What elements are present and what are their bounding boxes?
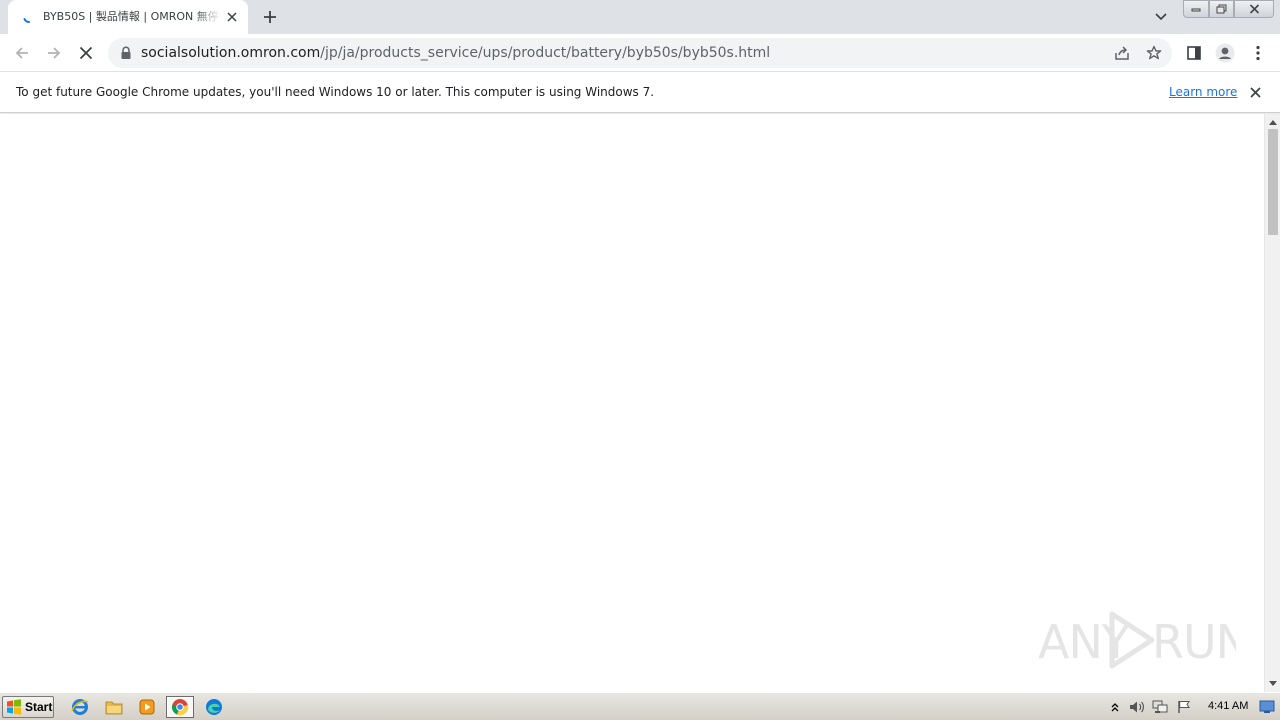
scroll-down-arrow-icon[interactable] xyxy=(1265,676,1280,690)
url-path: /jp/ja/products_service/ups/product/batt… xyxy=(320,45,771,61)
watermark-text-right: RUN xyxy=(1152,615,1236,669)
window-close-icon[interactable] xyxy=(1234,0,1274,18)
screen: BYB50S | 製品情報 | OMRON 無停電電源装置 xyxy=(0,0,1280,720)
back-arrow-icon[interactable] xyxy=(9,40,35,66)
stop-loading-icon[interactable] xyxy=(73,40,99,66)
taskbar: Start 4:41 AM xyxy=(0,692,1280,720)
menu-kebab-icon[interactable] xyxy=(1247,42,1269,64)
forward-arrow-icon[interactable] xyxy=(41,40,67,66)
window-minimize-icon[interactable] xyxy=(1183,0,1209,18)
media-player-icon[interactable] xyxy=(133,696,161,718)
window-restore-icon[interactable] xyxy=(1209,0,1234,18)
windows-logo-icon xyxy=(7,699,21,715)
show-desktop-icon[interactable] xyxy=(1258,698,1276,716)
infobar-message: To get future Google Chrome updates, you… xyxy=(16,85,655,99)
address-bar[interactable]: socialsolution.omron.com/jp/ja/products_… xyxy=(108,38,1172,68)
tab-strip: BYB50S | 製品情報 | OMRON 無停電電源装置 xyxy=(0,0,1280,34)
vertical-scrollbar[interactable] xyxy=(1264,114,1280,692)
tab-close-icon[interactable] xyxy=(223,8,241,26)
learn-more-link[interactable]: Learn more xyxy=(1169,84,1237,100)
network-icon[interactable] xyxy=(1152,699,1168,715)
new-tab-icon[interactable] xyxy=(258,5,282,29)
start-label: Start xyxy=(25,700,53,714)
action-center-flag-icon[interactable] xyxy=(1176,699,1192,715)
edge-icon[interactable] xyxy=(200,696,228,718)
browser-toolbar: socialsolution.omron.com/jp/ja/products_… xyxy=(0,34,1280,72)
anyrun-watermark: ANY RUN xyxy=(1038,611,1236,669)
loading-spinner-icon xyxy=(23,18,30,23)
start-button[interactable]: Start xyxy=(2,696,54,718)
lock-icon xyxy=(121,46,131,59)
file-explorer-icon[interactable] xyxy=(100,696,128,718)
volume-icon[interactable] xyxy=(1129,699,1145,715)
infobar-close-icon[interactable] xyxy=(1246,83,1264,101)
tray-expand-icon[interactable] xyxy=(1107,699,1123,715)
scroll-up-arrow-icon[interactable] xyxy=(1265,115,1280,129)
profile-avatar-icon[interactable] xyxy=(1214,42,1236,64)
chrome-taskbar-icon[interactable] xyxy=(166,696,194,718)
internet-explorer-icon[interactable] xyxy=(66,696,94,718)
tab-title: BYB50S | 製品情報 | OMRON 無停電電源装置 xyxy=(43,10,221,23)
taskbar-clock[interactable]: 4:41 AM xyxy=(1208,700,1248,712)
browser-tab[interactable]: BYB50S | 製品情報 | OMRON 無停電電源装置 xyxy=(8,0,248,34)
scrollbar-thumb[interactable] xyxy=(1268,129,1278,235)
url-text[interactable]: socialsolution.omron.com/jp/ja/products_… xyxy=(141,45,770,61)
bookmark-star-icon[interactable] xyxy=(1144,43,1164,63)
share-icon[interactable] xyxy=(1112,43,1132,63)
tab-search-chevron-icon[interactable] xyxy=(1150,7,1172,27)
update-infobar: To get future Google Chrome updates, you… xyxy=(0,72,1280,113)
url-host: socialsolution.omron.com xyxy=(141,45,321,61)
side-panel-icon[interactable] xyxy=(1183,42,1205,64)
